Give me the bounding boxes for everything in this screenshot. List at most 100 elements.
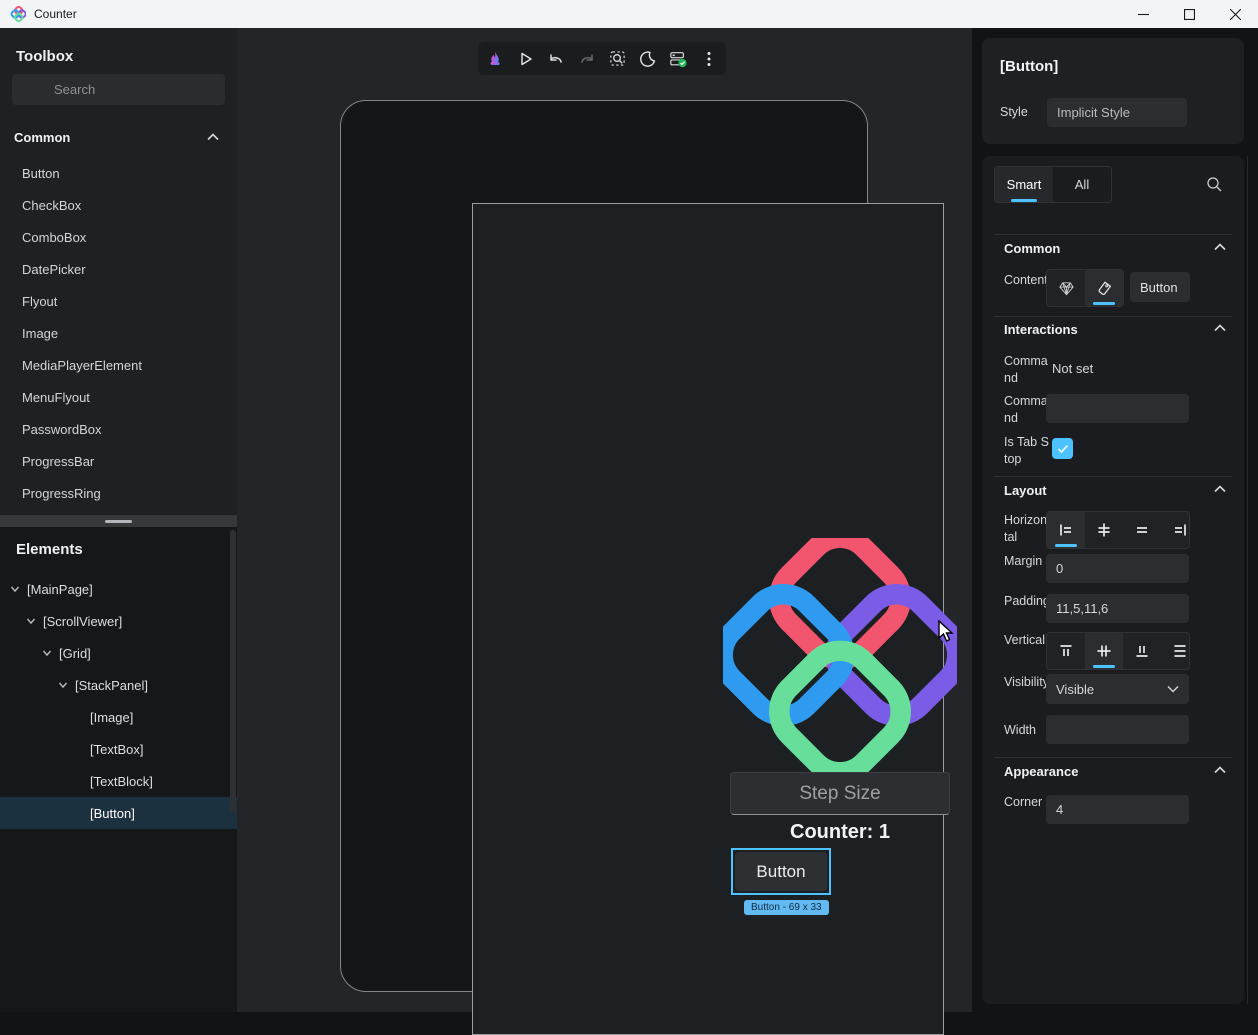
content-binding-mode[interactable] [1047,270,1085,306]
toolbox-item-passwordbox[interactable]: PasswordBox [0,414,237,446]
divider [994,476,1232,477]
close-button[interactable] [1212,0,1258,28]
check-icon [1057,444,1069,454]
zoom-to-selection-icon[interactable] [604,46,630,72]
step-size-textbox[interactable]: Step Size [730,772,950,815]
design-canvas[interactable]: Step Size Counter: 1 Button Button - 69 … [237,28,972,1012]
play-icon[interactable] [513,46,539,72]
content-input[interactable] [1130,272,1190,302]
chevron-up-icon[interactable] [1214,485,1226,493]
toolbox-item-combobox[interactable]: ComboBox [0,222,237,254]
toolbox-title: Toolbox [16,48,73,65]
toolbox-item-image[interactable]: Image [0,318,237,350]
horizontal-alignment-label: Horizontal [1004,512,1050,546]
toolbox-item-progressring[interactable]: ProgressRing [0,478,237,510]
tab-active-underline [1011,199,1037,202]
app-screen[interactable]: Step Size Counter: 1 Button Button - 69 … [472,203,944,1035]
halign-left-button[interactable] [1047,512,1085,548]
chevron-up-icon[interactable] [1214,324,1226,332]
minimize-button[interactable] [1120,0,1166,28]
align-right-icon [1172,522,1188,538]
chevron-down-icon[interactable] [58,680,68,690]
visibility-label: Visibility [1004,674,1050,691]
design-toolbar [478,42,726,75]
align-center-horizontal-icon [1096,522,1112,538]
style-input[interactable] [1047,98,1187,127]
valign-bottom-button[interactable] [1123,633,1161,669]
toolbox-item-checkbox[interactable]: CheckBox [0,190,237,222]
section-appearance: Appearance [1004,764,1078,779]
toolbox-section-common[interactable]: Common [0,123,237,151]
chevron-down-icon[interactable] [42,648,52,658]
selected-element-title: [Button] [1000,58,1058,75]
visibility-select[interactable]: Visible [1046,674,1189,704]
undo-icon[interactable] [543,46,569,72]
toolbox-item-button[interactable]: Button [0,158,237,190]
counter-textblock[interactable]: Counter: 1 [730,821,950,844]
mouse-cursor [936,620,956,644]
redo-icon[interactable] [574,46,600,72]
content-mode-toggle [1046,269,1124,307]
gem-icon [1058,280,1075,297]
titlebar: Counter [0,0,1258,28]
canvas-button[interactable]: Button [735,852,827,891]
window-title: Counter [34,7,77,21]
halign-center-button[interactable] [1085,512,1123,548]
inspector-scrollbar-track[interactable] [1247,156,1248,1004]
hot-design-flame-icon[interactable] [482,46,508,72]
tree-item-textblock[interactable]: [TextBlock] [0,765,237,797]
command-parameter-input[interactable] [1046,394,1189,423]
toolbox-item-progressbar[interactable]: ProgressBar [0,446,237,478]
valign-center-button[interactable] [1085,633,1123,669]
valign-top-button[interactable] [1047,633,1085,669]
chevron-up-icon[interactable] [1214,243,1226,251]
chevron-down-icon [1167,685,1179,693]
margin-input[interactable] [1046,554,1189,583]
device-frame: Step Size Counter: 1 Button Button - 69 … [340,100,868,992]
width-input[interactable] [1046,715,1189,744]
tree-item-button-selected[interactable]: [Button] [0,797,237,829]
properties-panel: [Button] Style Smart All Common Content [972,28,1258,1012]
toolbox-item-datepicker[interactable]: DatePicker [0,254,237,286]
command-parameter-label: Command [1004,393,1050,427]
splitter-handle[interactable] [105,520,132,523]
validate-form-icon[interactable] [665,46,691,72]
padding-input[interactable] [1046,594,1189,623]
is-tab-stop-checkbox[interactable] [1052,438,1073,459]
tree-item-grid[interactable]: [Grid] [0,637,237,669]
chevron-down-icon[interactable] [10,584,20,594]
align-center-vertical-icon [1096,643,1112,659]
chevron-up-icon[interactable] [1214,766,1226,774]
section-interactions: Interactions [1004,322,1078,337]
tree-item-mainpage[interactable]: [MainPage] [0,573,237,605]
left-sidebar: Toolbox Common Button CheckBox ComboBox … [0,28,237,1012]
command-value: Not set [1052,361,1093,376]
search-icon[interactable] [1206,176,1222,192]
selected-element-card: [Button] Style [982,38,1244,144]
align-stretch-vertical-icon [1172,643,1188,659]
halign-right-button[interactable] [1161,512,1190,548]
maximize-button[interactable] [1166,0,1212,28]
tree-item-image[interactable]: [Image] [0,701,237,733]
toolbox-item-menuflyout[interactable]: MenuFlyout [0,382,237,414]
toolbox-item-flyout[interactable]: Flyout [0,286,237,318]
tree-item-scrollviewer[interactable]: [ScrollViewer] [0,605,237,637]
halign-stretch-button[interactable] [1123,512,1161,548]
valign-stretch-button[interactable] [1161,633,1190,669]
content-literal-mode[interactable] [1085,270,1123,306]
panel-splitter[interactable] [0,515,237,527]
tree-item-textbox[interactable]: [TextBox] [0,733,237,765]
theme-moon-icon[interactable] [635,46,661,72]
properties-tabs: Smart All [994,166,1112,203]
toolbox-search-input[interactable] [12,74,225,105]
more-options-icon[interactable] [696,46,722,72]
tab-smart[interactable]: Smart [995,167,1053,202]
chevron-down-icon[interactable] [26,616,36,626]
app-logo-image[interactable] [723,538,957,772]
tab-all[interactable]: All [1053,167,1111,202]
tree-item-stackpanel[interactable]: [StackPanel] [0,669,237,701]
toolbox-item-mediaplayerelement[interactable]: MediaPlayerElement [0,350,237,382]
elements-scrollbar[interactable] [230,530,236,812]
content-label: Content [1004,272,1050,289]
corner-radius-input[interactable] [1046,795,1189,824]
